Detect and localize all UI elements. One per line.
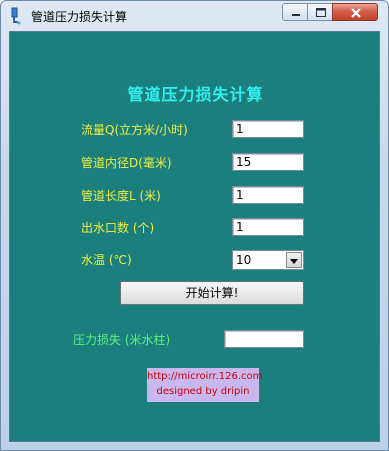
website-link[interactable]: http://microirr.126.com	[147, 371, 262, 382]
water-temperature-label: 水温 (℃)	[81, 253, 132, 267]
credit-text: designed by dripin	[156, 386, 250, 397]
close-icon	[351, 8, 361, 18]
title-bar[interactable]: 管道压力损失计算	[1, 1, 388, 31]
maximize-icon	[316, 8, 326, 17]
flow-rate-input[interactable]: 1	[232, 120, 304, 138]
app-window: 管道压力损失计算 管道压力损失计算 流量Q(立方米/小时) 1 管道内径D(毫米…	[0, 0, 389, 451]
dropdown-button[interactable]	[286, 252, 302, 268]
pipe-length-label: 管道长度L (米)	[81, 189, 161, 203]
window-title: 管道压力损失计算	[31, 10, 128, 24]
calculator-panel: 管道压力损失计算 流量Q(立方米/小时) 1 管道内径D(毫米) 15 管道长度…	[9, 31, 380, 442]
minimize-button[interactable]	[282, 3, 308, 21]
pipe-diameter-label: 管道内径D(毫米)	[81, 156, 172, 170]
pipe-length-input[interactable]: 1	[232, 186, 304, 204]
outlet-count-input[interactable]: 1	[232, 218, 304, 236]
outlet-count-label: 出水口数 (个)	[81, 221, 155, 235]
water-temperature-value: 10	[236, 253, 252, 267]
water-temperature-select[interactable]: 10	[232, 250, 304, 270]
pressure-loss-output[interactable]	[224, 330, 304, 348]
chevron-down-icon	[290, 259, 298, 264]
form-heading: 管道压力损失计算	[127, 85, 264, 104]
maximize-button[interactable]	[307, 3, 333, 21]
minimize-icon	[292, 14, 300, 16]
close-button[interactable]	[332, 3, 378, 21]
credits-box: http://microirr.126.com designed by drip…	[147, 368, 262, 402]
pressure-loss-label: 压力损失 (米水柱)	[73, 333, 171, 347]
app-icon	[11, 7, 21, 25]
calculate-button[interactable]: 开始计算!	[120, 281, 304, 305]
flow-rate-label: 流量Q(立方米/小时)	[81, 123, 188, 137]
pipe-diameter-input[interactable]: 15	[232, 153, 304, 171]
